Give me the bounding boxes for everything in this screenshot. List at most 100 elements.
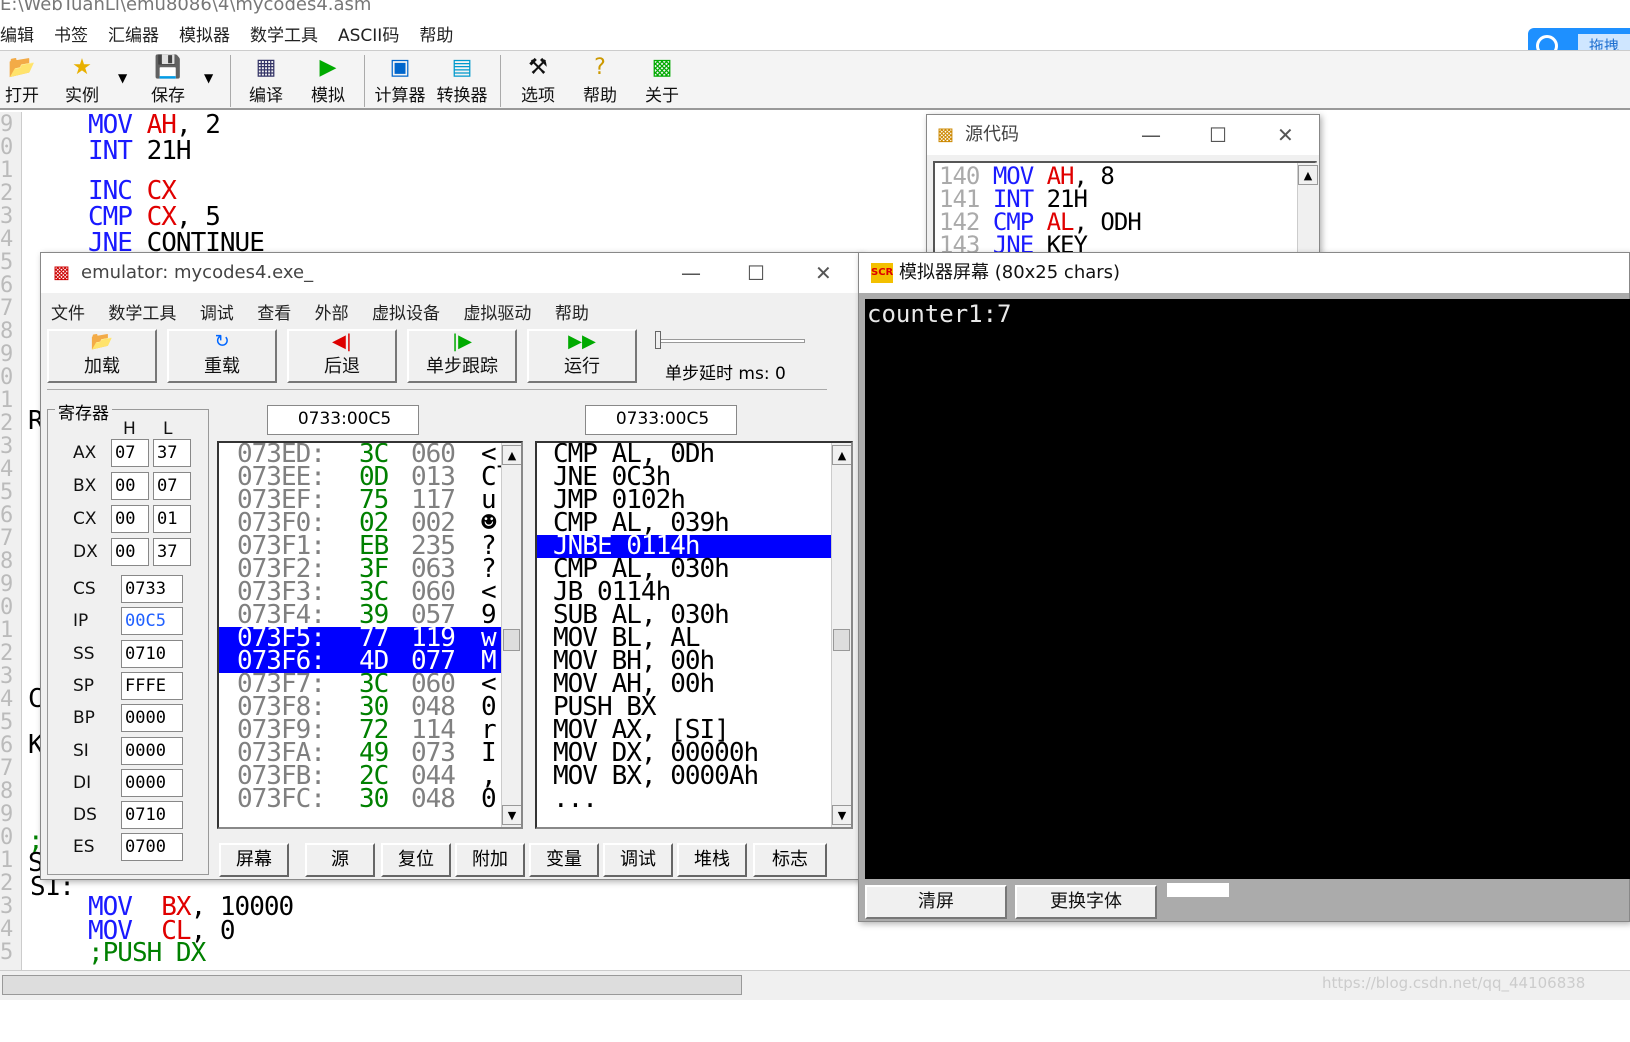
line-number: 4 (0, 687, 14, 712)
flags-button[interactable]: 标志 (753, 843, 827, 877)
register-ss[interactable]: 0710 (121, 639, 183, 668)
disasm-address-input[interactable]: 0733:00C5 (585, 405, 737, 435)
scrollbar-thumb[interactable] (833, 629, 850, 651)
memory-row[interactable]: 073FC: 30 048 0 (219, 786, 501, 812)
line-number: 7 (0, 296, 14, 321)
options-button[interactable]: ⚒ 选项 (510, 55, 566, 107)
divider (47, 389, 827, 390)
close-icon[interactable]: ✕ (815, 253, 832, 293)
emu-menu-external[interactable]: 外部 (315, 304, 349, 324)
memory-address-input[interactable]: 0733:00C5 (267, 405, 419, 435)
step-back-button[interactable]: ◀| 后退 (287, 329, 397, 383)
menu-bookmarks[interactable]: 书签 (54, 21, 88, 46)
emulator-chip-icon: ▩ (53, 262, 71, 283)
reset-button[interactable]: 复位 (381, 843, 451, 877)
scroll-up-icon[interactable]: ▲ (832, 445, 851, 465)
source-window-titlebar: ▩ 源代码 — ☐ ✕ (927, 115, 1319, 155)
run-button[interactable]: ▶▶ 运行 (527, 329, 637, 383)
register-label: SI (73, 740, 89, 761)
register-cx-h[interactable]: 00 (111, 505, 149, 533)
register-ax-h[interactable]: 07 (111, 439, 149, 467)
register-di[interactable]: 0000 (121, 768, 183, 797)
menu-emulator[interactable]: 模拟器 (179, 21, 230, 46)
scrollbar-thumb[interactable] (503, 629, 520, 651)
step-delay-slider[interactable] (655, 331, 805, 355)
scrollbar-thumb[interactable] (2, 975, 742, 995)
console-output: counter1:7 (867, 300, 1012, 328)
emu-menu-virtual-devices[interactable]: 虚拟设备 (372, 304, 440, 324)
memory-list[interactable]: 073ED: 3C 060 <073EE: 0D 013 Cl 073EF: 75 117 u 073… (217, 441, 523, 829)
compile-button[interactable]: ▦ 编译 (238, 55, 294, 107)
register-dx-l[interactable]: 37 (153, 538, 191, 566)
open-button[interactable]: 📂 打开 (0, 55, 50, 107)
code-line: MOV AH, 2 (88, 110, 221, 140)
clear-screen-button[interactable]: 清屏 (865, 885, 1007, 919)
stack-button[interactable]: 堆栈 (677, 843, 747, 877)
register-bp[interactable]: 0000 (121, 704, 183, 733)
menu-assembler[interactable]: 汇编器 (108, 21, 159, 46)
menu-help[interactable]: 帮助 (419, 21, 453, 46)
emu-menu-debug[interactable]: 调试 (200, 304, 234, 324)
screen-titlebar: SCR 模拟器屏幕 (80x25 chars) (859, 253, 1629, 293)
register-label: CS (73, 579, 96, 599)
minimize-icon[interactable]: — (681, 253, 701, 293)
register-bx-h[interactable]: 00 (111, 472, 149, 500)
register-cx-l[interactable]: 01 (153, 505, 191, 533)
emu-menu-file[interactable]: 文件 (51, 304, 85, 324)
emu-menu-math[interactable]: 数学工具 (108, 304, 176, 324)
examples-dropdown-icon[interactable]: ▼ (118, 71, 127, 85)
register-es[interactable]: 0700 (121, 833, 183, 862)
line-number: 1 (0, 848, 14, 873)
disasm-vertical-scrollbar[interactable]: ▲ ▼ (831, 443, 851, 827)
save-button[interactable]: 💾 保存 (140, 55, 196, 107)
maximize-icon[interactable]: ☐ (747, 253, 765, 293)
help-button[interactable]: ? 帮助 (572, 55, 628, 107)
maximize-icon[interactable]: ☐ (1209, 115, 1227, 155)
scroll-down-icon[interactable]: ▼ (832, 805, 851, 825)
register-dx-h[interactable]: 00 (111, 538, 149, 566)
screen-button[interactable]: 屏幕 (219, 843, 289, 877)
register-si[interactable]: 0000 (121, 736, 183, 765)
load-button[interactable]: 📂 加载 (47, 329, 157, 383)
minimize-icon[interactable]: — (1141, 115, 1161, 155)
change-font-button[interactable]: 更换字体 (1015, 885, 1157, 919)
code-line: INC CX (88, 176, 177, 206)
examples-button[interactable]: ★ 实例 (54, 55, 110, 107)
source-vertical-scrollbar[interactable]: ▲ (1297, 163, 1318, 257)
converter-button[interactable]: ▤ 转换器 (434, 55, 490, 107)
disassembly-list[interactable]: CMP AL, 0Dh JNE 0C3h JMP 0102h CMP AL, 039h… (535, 441, 853, 829)
menu-ascii[interactable]: ASCII码 (338, 21, 399, 46)
reload-button[interactable]: ↻ 重载 (167, 329, 277, 383)
memory-vertical-scrollbar[interactable]: ▲ ▼ (501, 443, 521, 827)
register-sp[interactable]: FFFE (121, 671, 183, 700)
register-ip[interactable]: 00C5 (121, 607, 183, 636)
source-button[interactable]: 源 (305, 843, 375, 877)
emu-menu-help[interactable]: 帮助 (555, 304, 589, 324)
emu-menu-view[interactable]: 查看 (257, 304, 291, 324)
menu-math[interactable]: 数学工具 (250, 21, 318, 46)
register-bx-l[interactable]: 07 (153, 472, 191, 500)
single-step-button[interactable]: |▶ 单步跟踪 (407, 329, 517, 383)
scroll-up-icon[interactable]: ▲ (502, 445, 521, 465)
vars-button[interactable]: 变量 (529, 843, 599, 877)
menu-edit[interactable]: 编辑 (0, 21, 34, 46)
register-ax-l[interactable]: 37 (153, 439, 191, 467)
emulate-button[interactable]: ▶ 模拟 (300, 55, 356, 107)
register-cs[interactable]: 0733 (121, 575, 183, 603)
registers-title: 寄存器 (55, 399, 112, 424)
register-ds[interactable]: 0710 (121, 801, 183, 830)
slider-thumb[interactable] (655, 331, 661, 349)
save-dropdown-icon[interactable]: ▼ (204, 71, 213, 85)
debug-button[interactable]: 调试 (603, 843, 673, 877)
console-screen[interactable]: counter1:7 (865, 299, 1630, 879)
disasm-row[interactable]: ... (537, 786, 831, 812)
register-label: ES (73, 837, 95, 858)
emu-menu-virtual-drive[interactable]: 虚拟驱动 (463, 304, 531, 324)
calculator-button[interactable]: ▣ 计算器 (372, 55, 428, 107)
aux-button[interactable]: 附加 (455, 843, 525, 877)
about-button[interactable]: ▩ 关于 (634, 55, 690, 107)
source-code-view[interactable]: 140 MOV AH, 8 141 INT 21H 142 CMP AL, ODH 1… (933, 161, 1318, 257)
close-icon[interactable]: ✕ (1277, 115, 1294, 155)
scroll-up-icon[interactable]: ▲ (1298, 165, 1318, 185)
scroll-down-icon[interactable]: ▼ (502, 805, 521, 825)
